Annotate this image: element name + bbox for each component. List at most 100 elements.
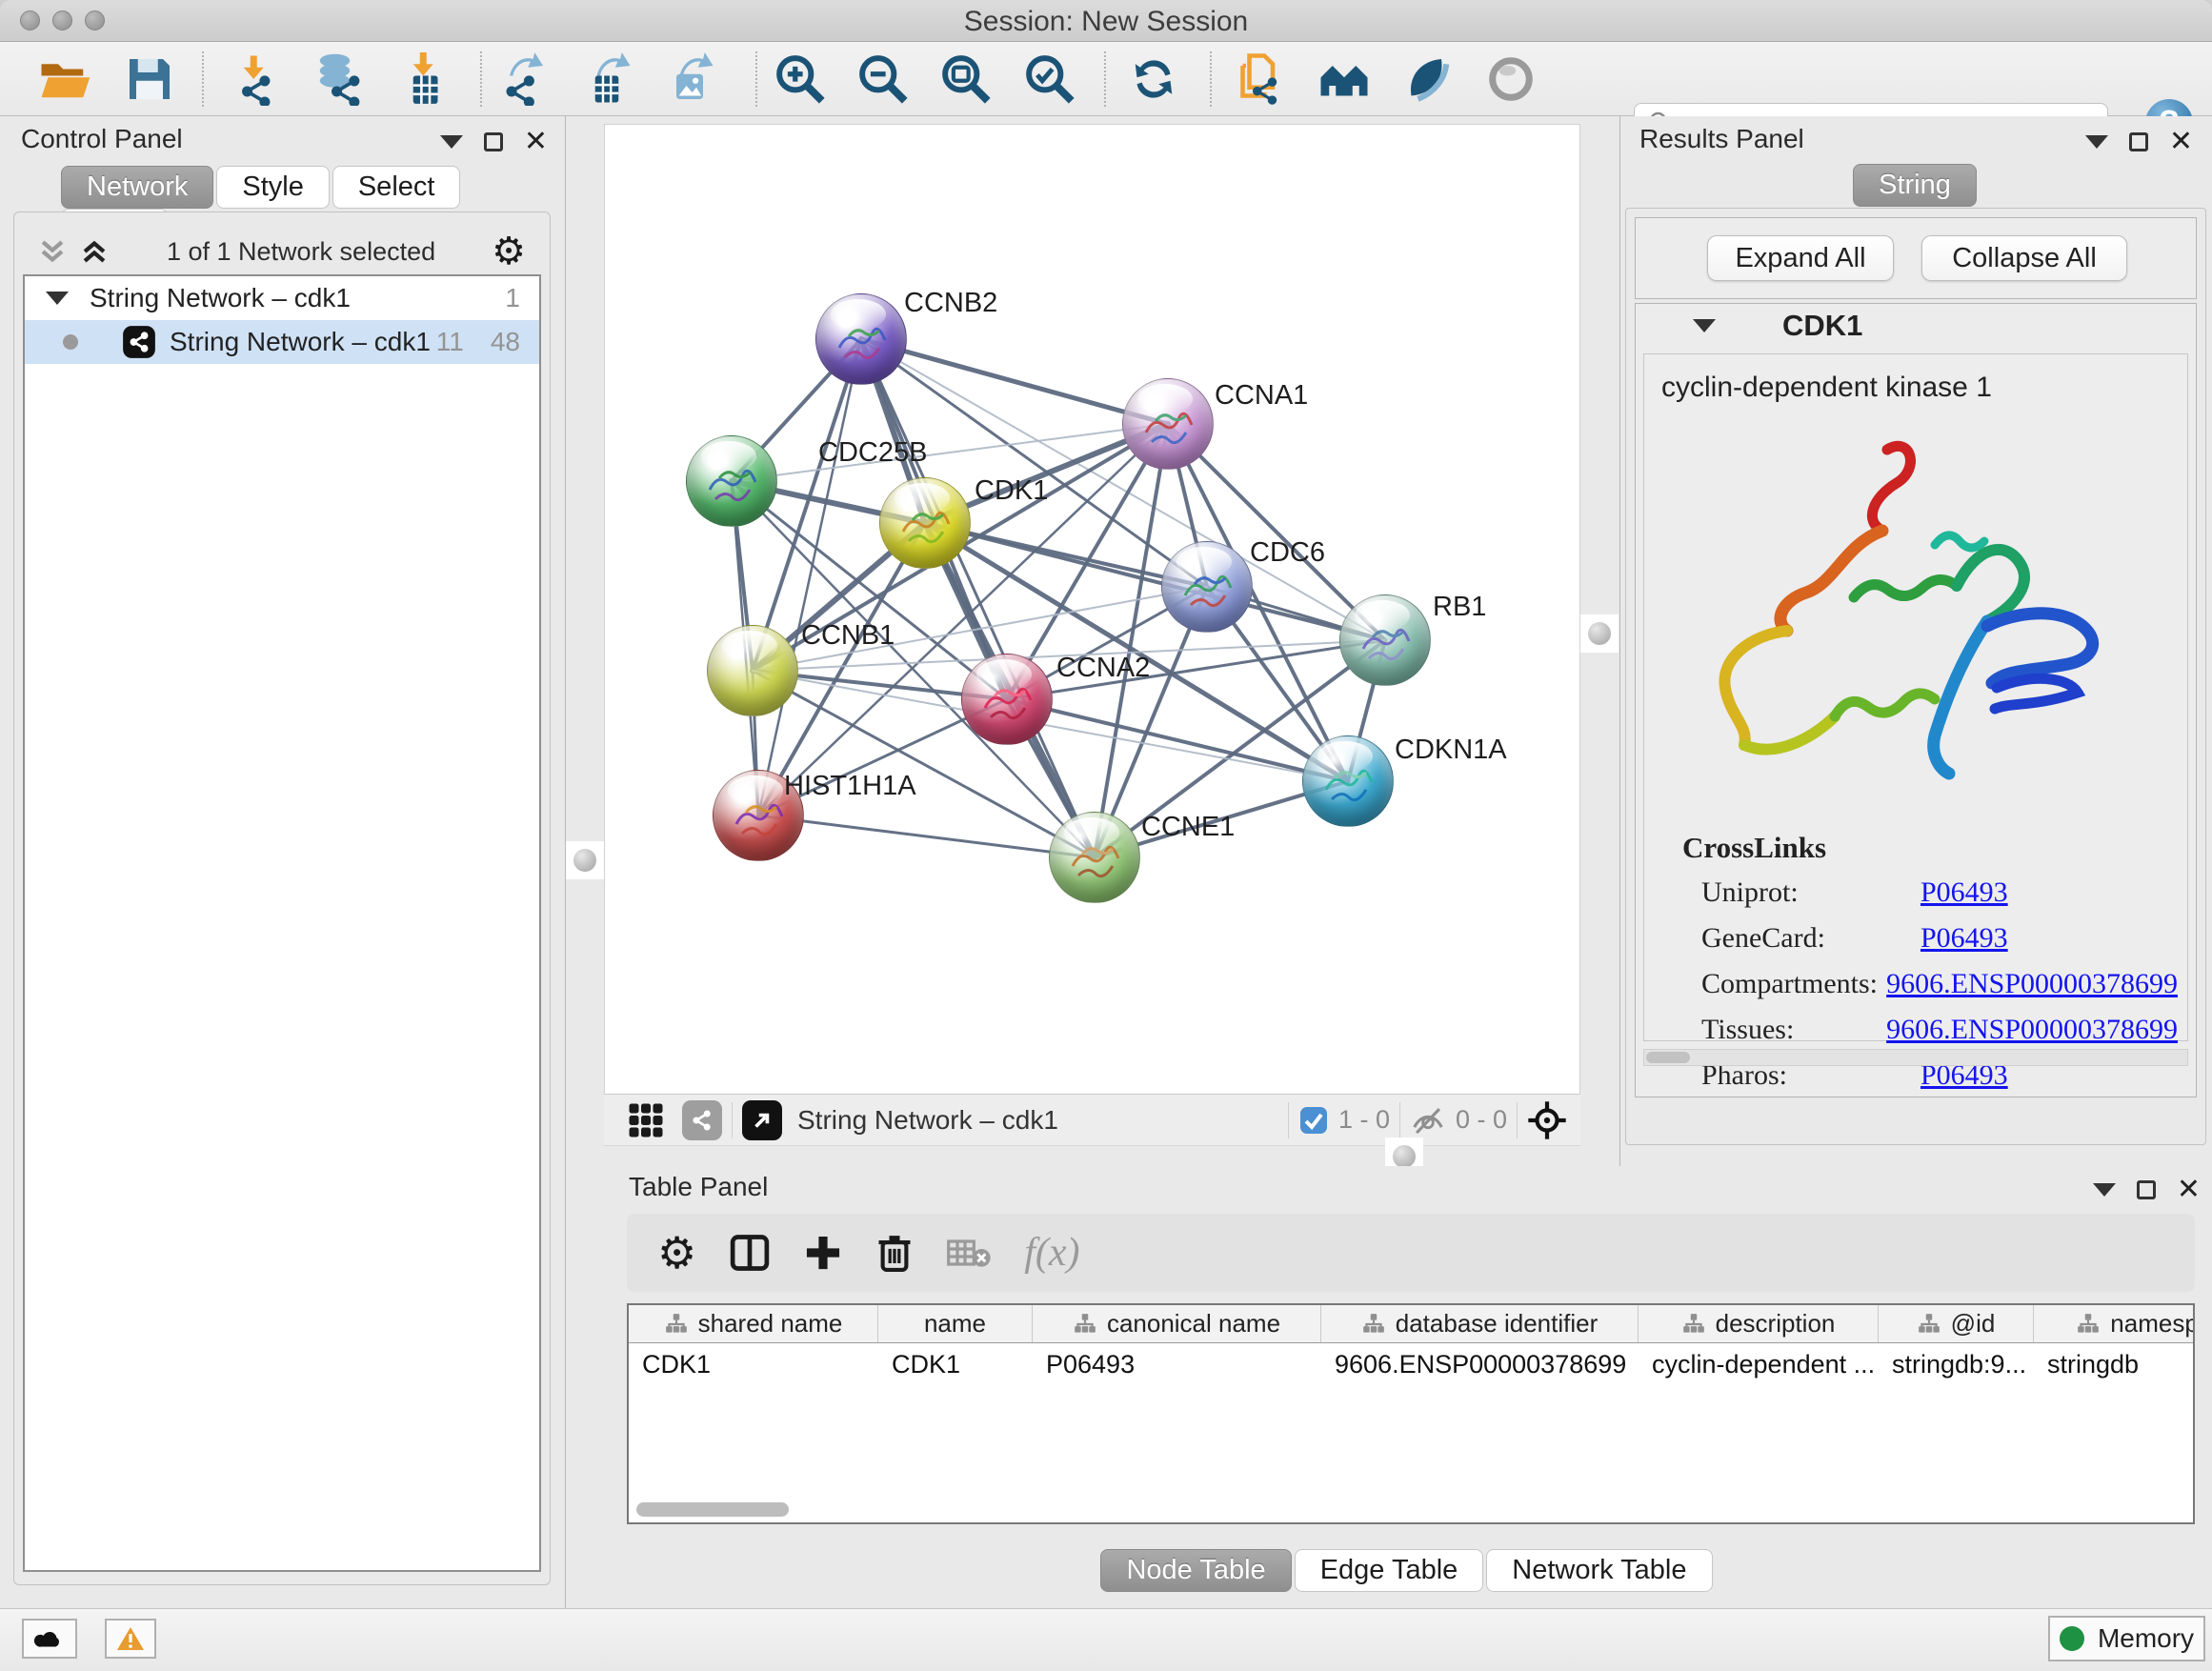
tab-node-table[interactable]: Node Table xyxy=(1100,1549,1291,1592)
crosslink-value-link[interactable]: P06493 xyxy=(1920,876,2008,909)
table-row[interactable]: CDK1CDK1P064939606.ENSP00000378699cyclin… xyxy=(629,1343,2193,1385)
add-column-icon[interactable] xyxy=(803,1233,843,1273)
selected-checkbox-icon[interactable] xyxy=(1298,1105,1329,1136)
column-header--id[interactable]: @id xyxy=(1879,1305,2034,1342)
network-node-ccna1[interactable] xyxy=(1122,378,1214,470)
copy-network-icon[interactable] xyxy=(1230,50,1289,109)
close-table-panel-icon[interactable]: ✕ xyxy=(2177,1176,2201,1204)
table-hscrollbar-thumb[interactable] xyxy=(636,1502,789,1517)
houses-icon[interactable] xyxy=(1315,50,1374,109)
tab-network-table[interactable]: Network Table xyxy=(1486,1549,1712,1592)
import-network-file-icon[interactable] xyxy=(226,50,285,109)
network-node-cdkn1a[interactable] xyxy=(1302,735,1394,827)
show-columns-icon[interactable] xyxy=(729,1232,771,1274)
left-splitter-grip[interactable] xyxy=(566,841,604,879)
eye-icon[interactable] xyxy=(1481,50,1540,109)
memory-button[interactable]: Memory xyxy=(2048,1616,2205,1661)
zoom-selected-icon[interactable] xyxy=(1020,50,1079,109)
node-label-rb1: RB1 xyxy=(1433,592,1486,623)
node-gloss xyxy=(722,631,777,661)
network-options-gear-icon[interactable]: ⚙ xyxy=(492,230,526,273)
column-header-description[interactable]: description xyxy=(1639,1305,1879,1342)
export-table-icon[interactable] xyxy=(577,50,636,109)
crosslink-label: GeneCard: xyxy=(1701,922,1920,955)
memory-label: Memory xyxy=(2098,1623,2194,1654)
network-node-cdc25b[interactable] xyxy=(686,435,777,527)
close-results-icon[interactable]: ✕ xyxy=(2169,128,2193,156)
network-node-ccne1[interactable] xyxy=(1049,812,1140,903)
float-table-panel-icon[interactable] xyxy=(2137,1180,2156,1199)
network-selection-status: 1 of 1 Network selected xyxy=(111,237,492,267)
table-panel-tabs: Node TableEdge TableNetwork Table xyxy=(604,1549,2212,1592)
crosslink-value-link[interactable]: 9606.ENSP00000378699 xyxy=(1886,968,2178,1000)
crosslink-value-link[interactable]: P06493 xyxy=(1920,922,2008,955)
expand-all-networks-icon[interactable] xyxy=(78,235,111,268)
collapse-all-button[interactable]: Collapse All xyxy=(1921,235,2127,281)
float-results-icon[interactable] xyxy=(2129,132,2148,151)
save-session-icon[interactable] xyxy=(120,50,179,109)
collapse-results-icon[interactable] xyxy=(2085,135,2108,149)
table-settings-gear-icon[interactable]: ⚙ xyxy=(657,1227,696,1278)
zoom-out-icon[interactable] xyxy=(854,50,913,109)
crosslink-value-link[interactable]: 9606.ENSP00000378699 xyxy=(1886,1014,2178,1046)
main-toolbar: ? xyxy=(0,42,2212,116)
birdseye-crosshair-icon[interactable] xyxy=(1527,1100,1567,1140)
control-panel-title: Control Panel xyxy=(21,124,183,154)
column-header-shared-name[interactable]: shared name xyxy=(629,1305,878,1342)
tab-select[interactable]: Select xyxy=(332,166,461,209)
delete-column-icon[interactable] xyxy=(875,1232,914,1274)
column-header-canonical-name[interactable]: canonical name xyxy=(1033,1305,1321,1342)
results-hscrollbar[interactable] xyxy=(1643,1049,2188,1066)
column-header-database-identifier[interactable]: database identifier xyxy=(1321,1305,1639,1342)
function-builder-icon[interactable]: f(x) xyxy=(1024,1230,1079,1276)
network-label: String Network – cdk1 xyxy=(170,327,431,357)
network-canvas[interactable]: CCNB2CCNA1CDC25BCDK1CDC6RB1CCNB1CCNA2CDK… xyxy=(604,124,1580,1094)
circular-arrows-icon[interactable] xyxy=(1124,50,1183,109)
eye-slash-icon[interactable] xyxy=(1398,50,1458,109)
tab-style[interactable]: Style xyxy=(216,166,329,209)
tab-network[interactable]: Network xyxy=(61,166,213,209)
tab-edge-table[interactable]: Edge Table xyxy=(1295,1549,1484,1592)
crosslink-label: Compartments: xyxy=(1701,968,1886,1000)
warnings-button[interactable] xyxy=(105,1619,156,1659)
collection-expand-icon[interactable] xyxy=(46,292,69,305)
grid-view-icon[interactable] xyxy=(627,1101,665,1139)
open-session-icon[interactable] xyxy=(35,50,94,109)
network-edge-count: 48 xyxy=(491,327,520,357)
network-collection-row[interactable]: String Network – cdk1 1 xyxy=(25,276,539,320)
open-in-new-window-icon[interactable] xyxy=(742,1100,782,1140)
delete-table-icon[interactable] xyxy=(946,1235,992,1271)
crosslinks-title: CrossLinks xyxy=(1682,831,1826,865)
network-node-ccnb2[interactable] xyxy=(815,293,907,385)
window-title: Session: New Session xyxy=(0,6,2212,38)
network-node-ccna2[interactable] xyxy=(961,654,1053,745)
close-panel-icon[interactable]: ✕ xyxy=(524,128,548,156)
float-panel-icon[interactable] xyxy=(484,132,503,151)
network-node-rb1[interactable] xyxy=(1339,594,1431,686)
column-header-name[interactable]: name xyxy=(878,1305,1033,1342)
gene-section-header[interactable]: CDK1 xyxy=(1636,304,2196,348)
cloud-button[interactable] xyxy=(22,1619,77,1659)
zoom-in-icon[interactable] xyxy=(771,50,830,109)
right-splitter-grip[interactable] xyxy=(1580,614,1619,653)
network-row[interactable]: String Network – cdk1 11 48 xyxy=(25,320,539,364)
network-node-cdc6[interactable] xyxy=(1161,541,1253,633)
network-node-cdk1[interactable] xyxy=(879,477,971,569)
collapse-table-panel-icon[interactable] xyxy=(2093,1183,2116,1197)
import-table-icon[interactable] xyxy=(395,50,454,109)
export-network-icon[interactable] xyxy=(493,50,553,109)
import-network-database-icon[interactable] xyxy=(309,50,368,109)
collapse-all-networks-icon[interactable] xyxy=(36,235,69,268)
collection-label: String Network – cdk1 xyxy=(90,283,351,313)
gene-collapse-icon[interactable] xyxy=(1693,319,1716,332)
expand-all-button[interactable]: Expand All xyxy=(1707,235,1894,281)
results-panel-title: Results Panel xyxy=(1639,124,1804,154)
network-node-ccnb1[interactable] xyxy=(707,625,798,716)
column-header-namespace[interactable]: namespace xyxy=(2034,1305,2195,1342)
zoom-fit-icon[interactable] xyxy=(936,50,995,109)
tab-string[interactable]: String xyxy=(1853,164,1977,207)
network-share-view-icon[interactable] xyxy=(682,1100,722,1140)
collapse-panel-icon[interactable] xyxy=(440,135,463,149)
table-cell: P06493 xyxy=(1033,1343,1321,1385)
export-image-icon[interactable] xyxy=(660,50,719,109)
